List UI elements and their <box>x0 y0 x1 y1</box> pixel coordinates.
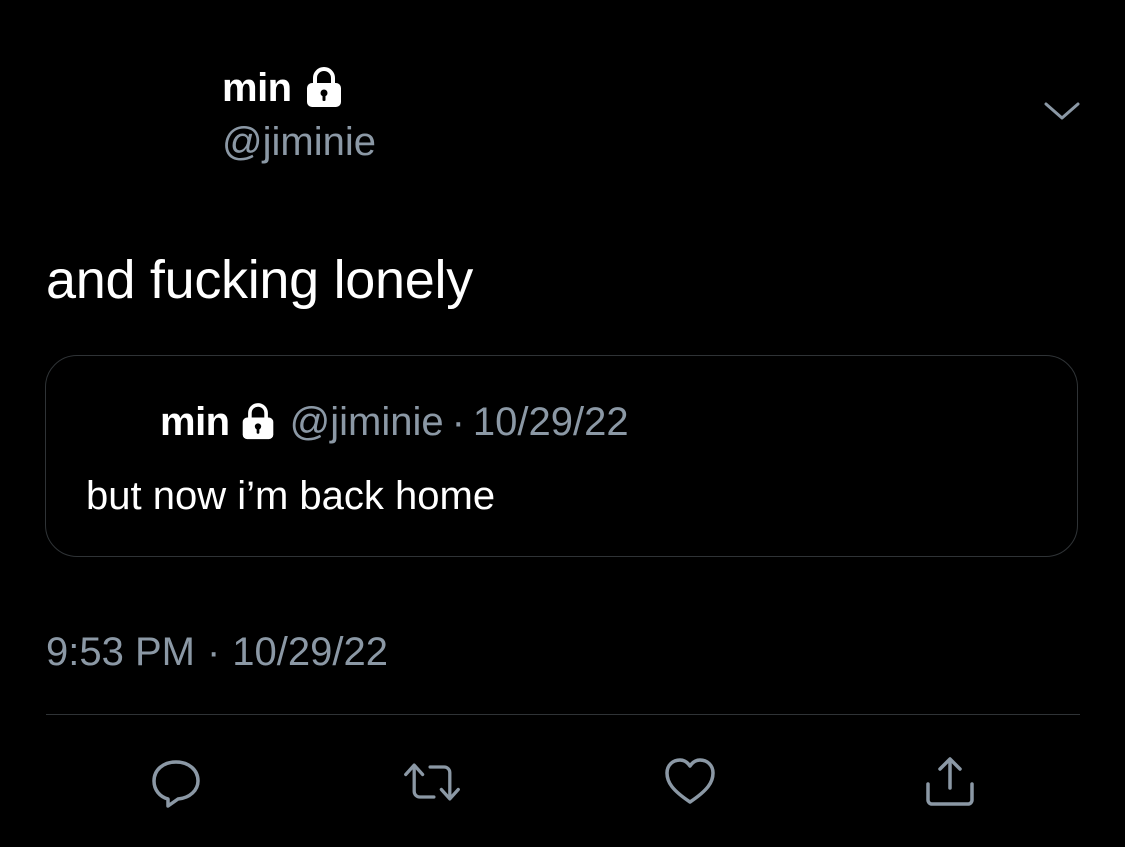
author-handle[interactable]: @jiminie <box>222 118 376 166</box>
share-button[interactable] <box>920 752 980 812</box>
author-name-row[interactable]: min <box>222 64 344 112</box>
author-name[interactable]: min <box>222 64 292 112</box>
quoted-date: 10/29/22 <box>472 400 629 444</box>
heart-icon <box>665 758 715 804</box>
retweet-icon <box>404 763 460 801</box>
tweet-timestamp[interactable]: 9:53 PM · 10/29/22 <box>46 628 388 676</box>
quoted-tweet-header: min @jiminie · 10/29/22 <box>160 398 629 446</box>
quoted-tweet-card[interactable] <box>45 355 1078 557</box>
timestamp-separator: · <box>206 630 221 674</box>
tweet-date[interactable]: 10/29/22 <box>232 628 388 676</box>
tweet-text: and fucking lonely <box>46 250 473 310</box>
lock-icon <box>240 402 276 442</box>
reply-button[interactable] <box>146 752 206 812</box>
lock-icon <box>304 66 344 110</box>
quoted-author-name: min <box>160 400 230 444</box>
share-icon <box>926 757 974 806</box>
quoted-tweet-text: but now i’m back home <box>86 474 496 518</box>
retweet-button[interactable] <box>402 752 462 812</box>
quoted-separator: · <box>451 400 465 444</box>
reply-icon <box>152 760 200 808</box>
chevron-down-icon[interactable] <box>1040 96 1084 126</box>
divider <box>46 714 1080 715</box>
quoted-author-handle: @jiminie <box>289 400 444 444</box>
like-button[interactable] <box>660 752 720 812</box>
tweet-time[interactable]: 9:53 PM <box>46 628 195 676</box>
